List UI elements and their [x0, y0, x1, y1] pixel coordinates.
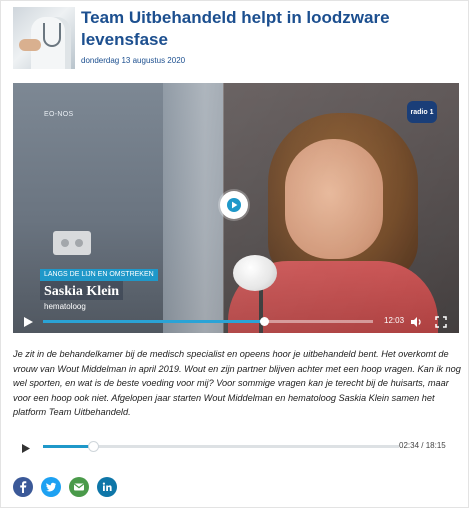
- volume-button[interactable]: [410, 315, 423, 333]
- fullscreen-icon: [435, 316, 447, 328]
- video-progress-handle[interactable]: [260, 317, 270, 326]
- audio-progress-track[interactable]: [43, 441, 399, 452]
- hand-shape: [19, 39, 41, 51]
- channel-logo-text: radio 1: [410, 108, 434, 116]
- video-progress-track[interactable]: [43, 317, 373, 326]
- play-icon: [22, 444, 30, 453]
- audio-current-time: 02:34: [399, 441, 420, 450]
- share-linkedin-button[interactable]: [97, 477, 117, 497]
- share-email-button[interactable]: [69, 477, 89, 497]
- audio-progress-fill: [43, 445, 93, 448]
- article-date: donderdag 13 augustus 2020: [81, 56, 186, 65]
- fullscreen-button[interactable]: [435, 315, 447, 333]
- article-card: Team Uitbehandeld helpt in loodzware lev…: [0, 0, 469, 508]
- video-control-play-button[interactable]: [23, 315, 34, 333]
- article-title[interactable]: Team Uitbehandeld helpt in loodzware lev…: [81, 7, 460, 51]
- audio-progress-handle[interactable]: [87, 441, 99, 452]
- audio-time-separator: /: [421, 441, 424, 450]
- video-progress-fill: [43, 320, 265, 323]
- audio-duration: 18:15: [425, 441, 446, 450]
- twitter-icon: [41, 477, 61, 497]
- lower-third-category: LANGS DE LIJN EN OMSTREKEN: [40, 269, 158, 281]
- video-source-label: EO-NOS: [44, 111, 74, 118]
- volume-icon: [411, 317, 421, 327]
- play-icon: [227, 198, 241, 212]
- article-header: Team Uitbehandeld helpt in loodzware lev…: [13, 7, 460, 71]
- wall-socket: [53, 231, 91, 255]
- audio-play-button[interactable]: [21, 441, 31, 459]
- linkedin-icon: [97, 477, 117, 497]
- video-player[interactable]: EO-NOS radio 1 LANGS DE LIJN EN OMSTREKE…: [13, 83, 459, 333]
- audio-player: 02:34 / 18:15: [13, 431, 459, 461]
- article-thumbnail[interactable]: [13, 7, 75, 69]
- radio1-logo: radio 1: [407, 101, 437, 123]
- lower-third-name: Saskia Klein: [40, 281, 124, 300]
- share-facebook-button[interactable]: [13, 477, 33, 497]
- video-time: 12:03: [384, 316, 405, 325]
- video-play-button[interactable]: [220, 191, 248, 219]
- play-icon: [24, 317, 33, 327]
- share-twitter-button[interactable]: [41, 477, 61, 497]
- video-controls: 12:03: [13, 309, 459, 333]
- stethoscope-shape: [43, 23, 61, 47]
- audio-time: 02:34 / 18:15: [399, 441, 446, 450]
- facebook-icon: [13, 477, 33, 497]
- mail-icon: [69, 477, 89, 497]
- article-body-text: Je zit in de behandelkamer bij de medisc…: [13, 349, 461, 417]
